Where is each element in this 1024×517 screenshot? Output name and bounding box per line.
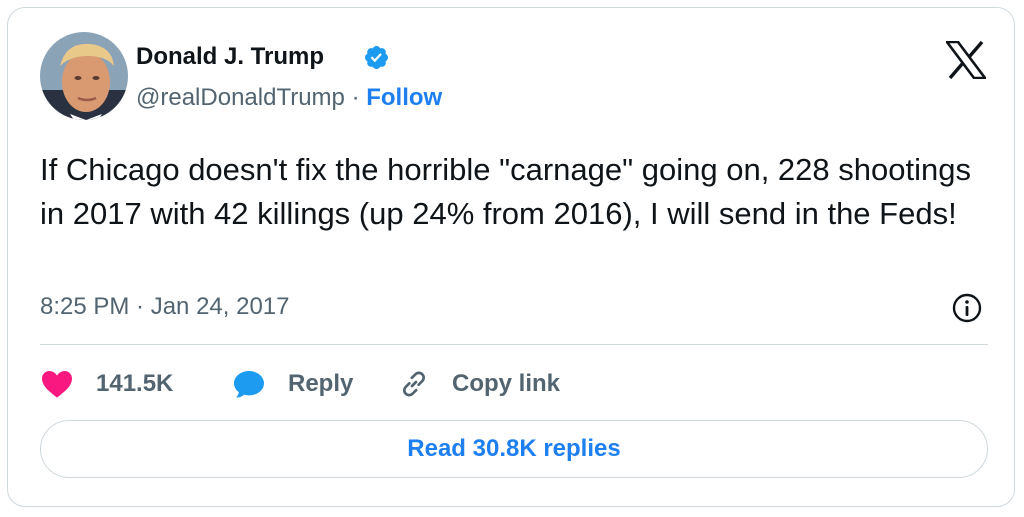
author-name[interactable]: Donald J. Trump (136, 41, 324, 73)
handle-row: @realDonaldTrump · Follow (136, 82, 442, 114)
author-handle[interactable]: @realDonaldTrump (136, 84, 345, 111)
divider (40, 344, 988, 345)
link-icon (403, 371, 425, 397)
read-replies-button[interactable]: Read 30.8K replies (40, 420, 988, 478)
tweet-timestamp[interactable]: 8:25 PM · Jan 24, 2017 (40, 291, 290, 323)
info-icon[interactable] (951, 292, 983, 324)
reply-button[interactable]: Reply (232, 364, 353, 404)
like-button[interactable]: 141.5K (40, 364, 173, 404)
verified-badge-icon (363, 44, 390, 71)
like-count: 141.5K (96, 370, 174, 397)
tweet-card: Donald J. Trump @realDonaldTrump · Follo… (7, 7, 1015, 507)
speech-bubble-icon (234, 371, 264, 398)
follow-button[interactable]: Follow (366, 84, 442, 111)
avatar-image (40, 32, 128, 120)
x-logo-icon[interactable] (944, 40, 988, 80)
reply-label: Reply (288, 370, 354, 397)
copy-link-button[interactable]: Copy link (398, 364, 560, 404)
tweet-text: If Chicago doesn't fix the horrible "car… (40, 152, 971, 231)
avatar[interactable] (40, 32, 128, 120)
separator: · (351, 84, 360, 111)
copy-link-label: Copy link (452, 370, 561, 397)
heart-icon (42, 371, 72, 398)
